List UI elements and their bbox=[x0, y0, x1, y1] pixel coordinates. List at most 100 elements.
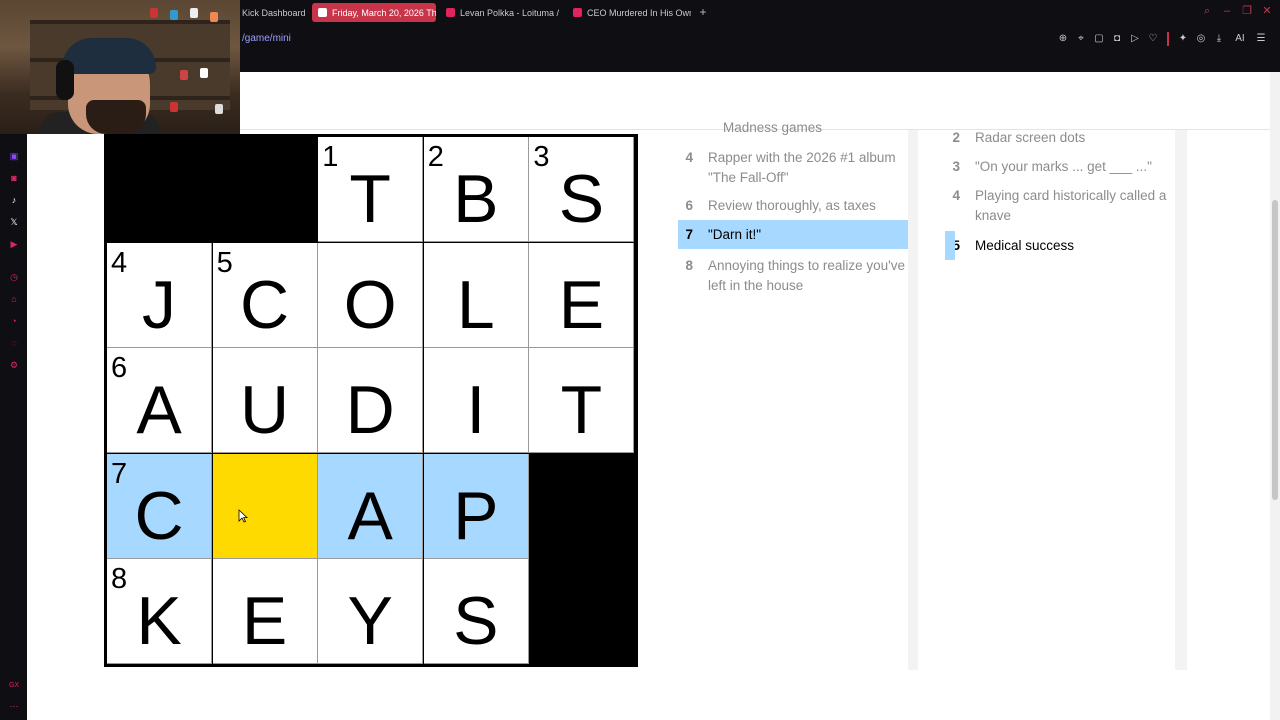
menu-icon[interactable]: ☰ bbox=[1255, 33, 1267, 45]
tab-nyt-mini[interactable]: Friday, March 20, 2026 Th bbox=[312, 3, 436, 22]
grid-cell[interactable]: 2B bbox=[423, 137, 529, 242]
clue-number: 2 bbox=[952, 130, 960, 145]
cell-letter: E bbox=[241, 583, 288, 660]
clue-across-6[interactable]: 6 Review thoroughly, as taxes bbox=[678, 196, 908, 216]
close-icon[interactable]: ✕ bbox=[1260, 4, 1274, 18]
grid-cell[interactable]: E bbox=[529, 242, 635, 348]
grid-cell[interactable]: A bbox=[318, 453, 424, 559]
clue-across-8[interactable]: 8 Annoying things to realize you've left… bbox=[678, 256, 908, 295]
grid-cell[interactable]: 6A bbox=[107, 348, 212, 454]
grid-cell[interactable]: U bbox=[212, 348, 318, 454]
cell-letter: B bbox=[453, 161, 499, 237]
tab-ceo-video[interactable]: CEO Murdered In His Own bbox=[567, 3, 691, 22]
clue-down-4[interactable]: 4 Playing card historically called a kna… bbox=[945, 186, 1175, 225]
clue-across-7[interactable]: 7 "Darn it!" bbox=[678, 220, 908, 249]
clue-across-4[interactable]: 4 Rapper with the 2026 #1 album "The Fal… bbox=[678, 148, 908, 187]
account-icon[interactable]: ◎ bbox=[1195, 33, 1207, 45]
window-controls: ⌕ – ❐ ✕ bbox=[1200, 4, 1274, 18]
grid-cell[interactable]: T bbox=[529, 348, 635, 454]
streamer-bandana bbox=[62, 38, 156, 74]
grid-cell[interactable] bbox=[212, 453, 318, 559]
url-field[interactable]: /game/mini bbox=[242, 33, 291, 44]
cross-clue-indicator bbox=[945, 231, 955, 260]
cell-letter: C bbox=[134, 477, 184, 554]
zoom-icon[interactable]: ⊕ bbox=[1057, 33, 1069, 45]
tab-levan-polkka[interactable]: Levan Polkka - Loituma / I bbox=[440, 3, 560, 22]
cell-letter: O bbox=[343, 266, 397, 343]
clue-number: 4 bbox=[685, 150, 693, 165]
figurine bbox=[215, 104, 223, 114]
clue-text: Review thoroughly, as taxes bbox=[708, 198, 876, 213]
clock-icon[interactable]: ◔ bbox=[8, 315, 20, 327]
clue-down-2[interactable]: 2 Radar screen dots bbox=[945, 128, 1175, 148]
x-icon[interactable]: 𝕏 bbox=[8, 216, 20, 228]
settings-icon[interactable]: ⚙ bbox=[8, 359, 20, 371]
gx-icon[interactable]: GX bbox=[8, 680, 20, 692]
grid-cell[interactable]: O bbox=[318, 242, 424, 348]
bookmark-icon[interactable]: ⌖ bbox=[1075, 33, 1087, 45]
grid-cell[interactable]: S bbox=[423, 559, 529, 665]
clue-list-scrollbar[interactable] bbox=[1175, 130, 1187, 670]
grid-cell[interactable]: Y bbox=[318, 559, 424, 665]
shield-icon[interactable]: ◘ bbox=[1111, 33, 1123, 45]
across-clue-list: Madness games 4 Rapper with the 2026 #1 … bbox=[678, 120, 915, 671]
more-icon[interactable]: ⋯ bbox=[8, 700, 20, 712]
cell-letter: T bbox=[560, 372, 603, 449]
heart-icon[interactable]: ♡ bbox=[1147, 33, 1159, 45]
history-icon[interactable]: ◷ bbox=[8, 271, 20, 283]
clue-text: Playing card historically called a knave bbox=[975, 188, 1167, 223]
grid-cell[interactable]: 5C bbox=[212, 242, 318, 348]
download-icon[interactable]: ⤓ bbox=[1213, 33, 1225, 45]
cell-letter: P bbox=[453, 477, 499, 554]
black-square bbox=[529, 559, 635, 665]
grid-cell[interactable]: 7C bbox=[107, 453, 212, 559]
clue-number: 6 bbox=[685, 198, 693, 213]
grid-cell[interactable]: 8K bbox=[107, 559, 212, 665]
pin-icon[interactable]: ⌂ bbox=[8, 293, 20, 305]
toolbar-icons: ⊕ ⌖ ▢ ◘ ▷ ♡ ✦ ◎ ⤓ AI ☰ bbox=[1057, 32, 1267, 46]
cell-letter: A bbox=[136, 372, 182, 449]
black-square bbox=[107, 137, 212, 242]
clue-number: 4 bbox=[952, 188, 960, 203]
grid-cell[interactable]: E bbox=[212, 559, 318, 665]
search-icon[interactable]: ⌕ bbox=[1200, 4, 1214, 18]
grid-cell[interactable]: 1T bbox=[318, 137, 424, 242]
clue-list-scrollbar[interactable] bbox=[908, 130, 918, 670]
grid-cell[interactable]: L bbox=[423, 242, 529, 348]
grid-cell[interactable]: 3S bbox=[529, 137, 635, 242]
tiktok-icon[interactable]: ♪ bbox=[8, 194, 20, 206]
clue-down-3[interactable]: 3 "On your marks ... get ___ ..." bbox=[945, 157, 1175, 177]
streamer-beard bbox=[86, 100, 146, 134]
new-tab-button[interactable]: + bbox=[697, 6, 709, 18]
twitch-icon[interactable]: ▣ bbox=[8, 150, 20, 162]
clue-text: Radar screen dots bbox=[975, 130, 1086, 145]
cell-letter: K bbox=[136, 583, 182, 660]
play-icon[interactable]: ▷ bbox=[1129, 33, 1141, 45]
clue-text: "On your marks ... get ___ ..." bbox=[975, 159, 1152, 174]
grid-cell[interactable]: P bbox=[423, 453, 529, 559]
cell-letter: J bbox=[142, 266, 176, 343]
grid-cell[interactable]: 4J bbox=[107, 242, 212, 348]
ai-button[interactable]: AI bbox=[1231, 33, 1249, 45]
webcam-overlay bbox=[0, 0, 240, 134]
youtube-icon[interactable]: ▶ bbox=[8, 238, 20, 250]
black-square bbox=[529, 453, 635, 559]
cell-letter: C bbox=[240, 266, 290, 343]
scrollbar-thumb[interactable] bbox=[1272, 200, 1278, 500]
cell-letter: D bbox=[345, 372, 395, 449]
extensions-icon[interactable]: ✦ bbox=[1177, 33, 1189, 45]
minimize-icon[interactable]: – bbox=[1220, 4, 1234, 18]
clue-down-5[interactable]: 5 Medical success bbox=[945, 231, 1175, 260]
clue-number: 3 bbox=[952, 159, 960, 174]
maximize-icon[interactable]: ❐ bbox=[1240, 4, 1254, 18]
figurine bbox=[180, 70, 188, 80]
shelf-edge bbox=[30, 20, 230, 24]
grid-cell[interactable]: D bbox=[318, 348, 424, 454]
browser-sidebar: ▣ ◙ ♪ 𝕏 ▶ ◷ ⌂ ◔ ◌ ⚙ GX ⋯ bbox=[0, 134, 27, 720]
instagram-icon[interactable]: ◙ bbox=[8, 172, 20, 184]
tab-kick-dashboard[interactable]: Kick Dashboard bbox=[236, 3, 308, 22]
snapshot-icon[interactable]: ▢ bbox=[1093, 33, 1105, 45]
grid-cell[interactable]: I bbox=[423, 348, 529, 454]
chat-icon[interactable]: ◌ bbox=[8, 337, 20, 349]
tab-label: Friday, March 20, 2026 Th bbox=[332, 7, 436, 18]
